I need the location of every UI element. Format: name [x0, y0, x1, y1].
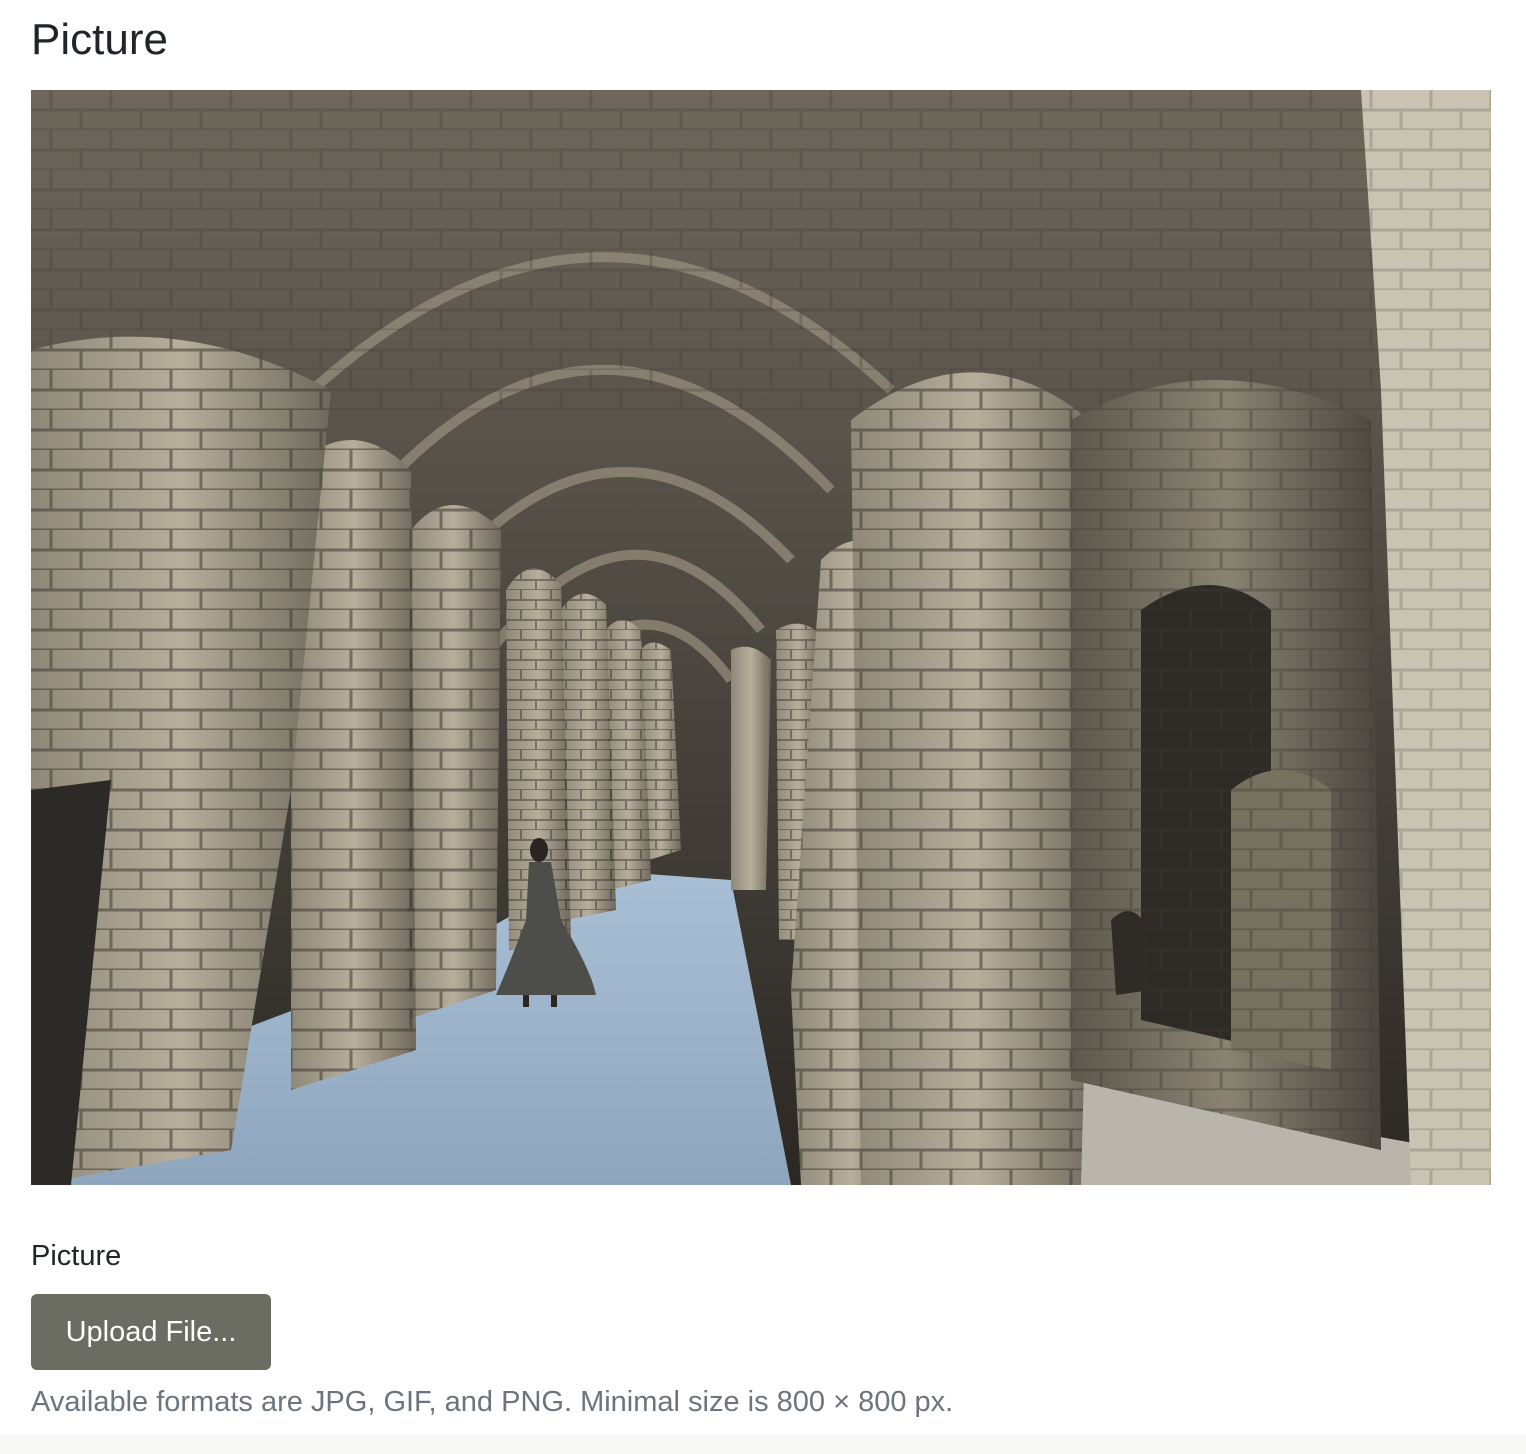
- upload-file-button[interactable]: Upload File...: [31, 1294, 271, 1370]
- page-title: Picture: [31, 15, 168, 64]
- page: Picture Picture Upload File... Available…: [0, 0, 1526, 1454]
- picture-field-label: Picture: [31, 1240, 122, 1272]
- upload-help-text: Available formats are JPG, GIF, and PNG.…: [31, 1386, 954, 1418]
- page-bottom-edge: [0, 1434, 1526, 1454]
- picture-preview: [31, 90, 1491, 1185]
- colonnade-photo: [31, 90, 1491, 1185]
